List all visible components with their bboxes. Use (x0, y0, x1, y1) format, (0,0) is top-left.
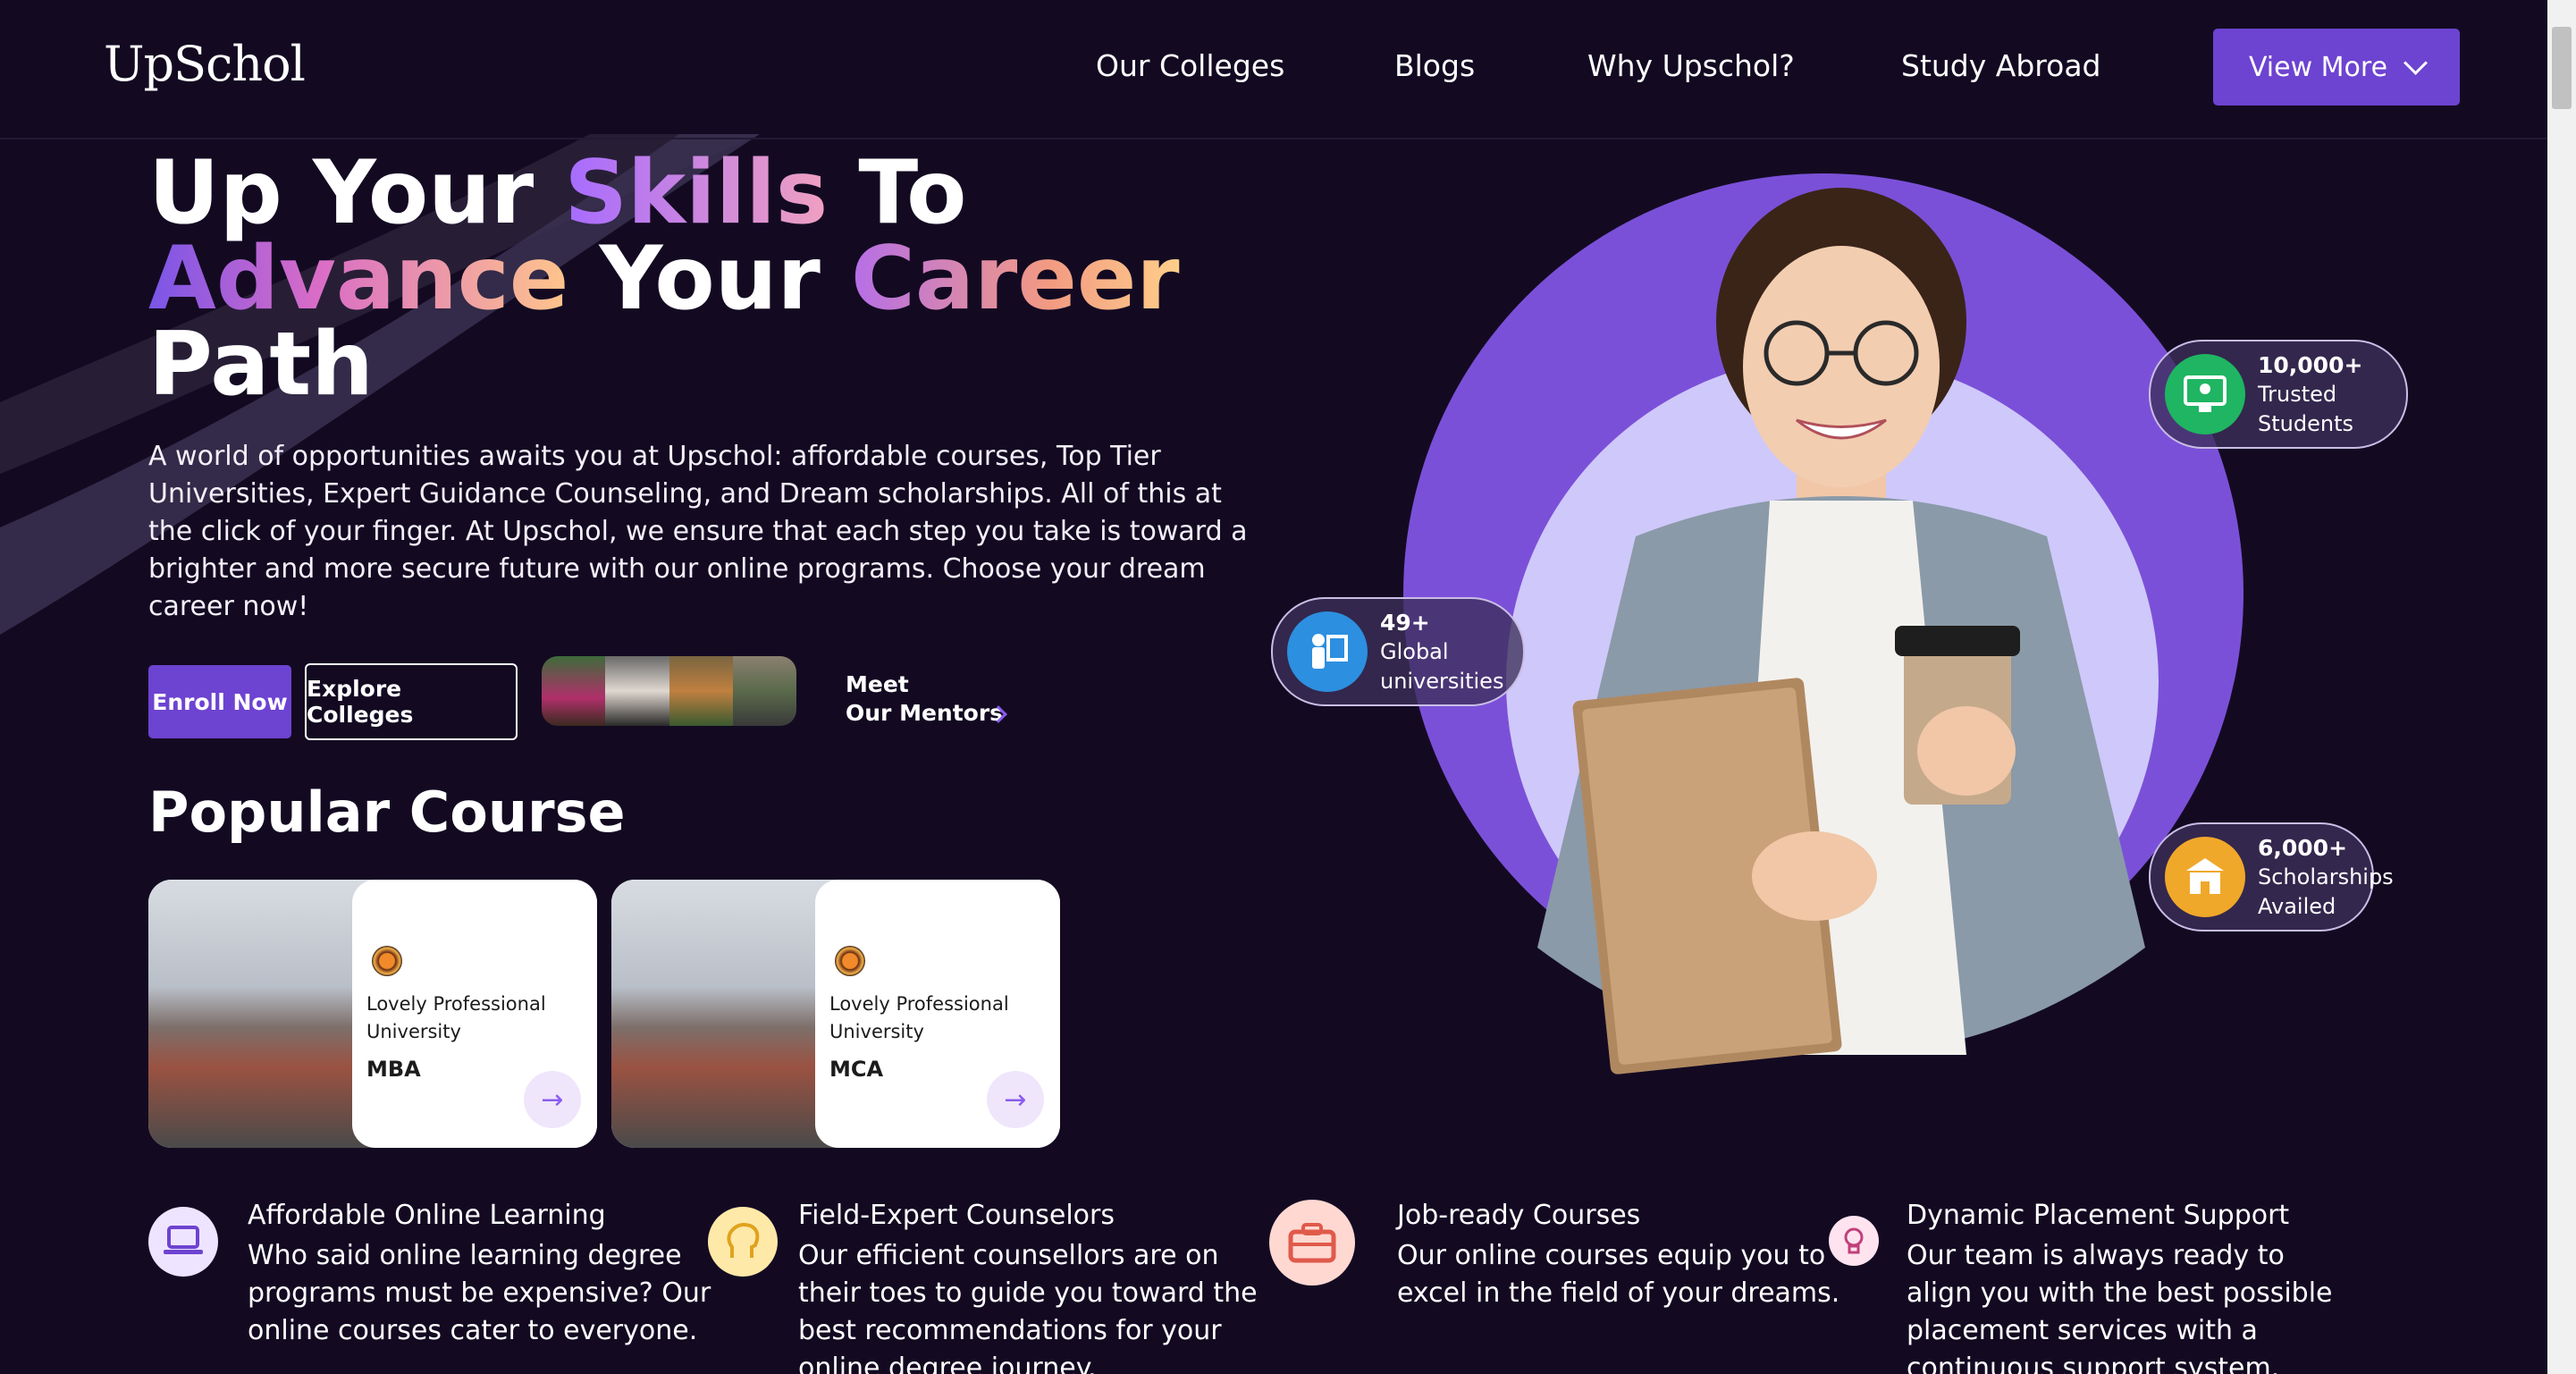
hero-description: A world of opportunities awaits you at U… (148, 441, 1248, 622)
scrollbar-thumb[interactable] (2552, 27, 2572, 109)
arrow-right-icon[interactable]: → (987, 1071, 1044, 1128)
nav-study-abroad[interactable]: Study Abroad (1901, 48, 2101, 83)
upschol-logo[interactable]: UpSchol (104, 36, 306, 92)
laptop-icon (148, 1207, 218, 1277)
page: UpSchol Our Colleges Blogs Why Upschol? … (0, 0, 2547, 1374)
university-logo-icon (372, 946, 402, 976)
stat-value: 10,000+ (2258, 351, 2363, 378)
feature-description: Who said online learning degree programs… (248, 1240, 711, 1346)
bulb-icon (1829, 1216, 1879, 1266)
meet-our-mentors-link[interactable]: Meet Our Mentors (846, 670, 1003, 728)
meet-label: Meet (846, 671, 909, 697)
mentors-label: Our Mentors (846, 700, 1004, 726)
feature-description: Our team is always ready to align you wi… (1907, 1240, 2333, 1374)
university-logo-icon (835, 946, 865, 976)
hero-title-text: Path (148, 314, 374, 416)
university-name: Lovely Professional University (366, 993, 546, 1042)
feature-title: Job-ready Courses (1397, 1200, 1641, 1231)
feature-description: Our efficient counsellors are on their t… (798, 1240, 1258, 1374)
course-card-panel: Lovely Professional University MCA → (815, 880, 1060, 1148)
hero-title: Up Your Skills To Advance Your Career Pa… (148, 149, 1180, 416)
school-building-icon (2165, 837, 2245, 917)
avatar (732, 656, 796, 726)
feature-title: Dynamic Placement Support (1907, 1200, 2290, 1231)
feature-title: Field-Expert Counselors (798, 1200, 1115, 1231)
stat-label: Scholarships (2258, 864, 2394, 889)
hero-title-highlight: Career (850, 228, 1180, 330)
feature-description: Our online courses equip you to excel in… (1397, 1240, 1840, 1309)
stat-label: Students (2258, 410, 2353, 436)
course-card-mca[interactable]: Lovely Professional University MCA → (611, 880, 1060, 1148)
avatar (669, 656, 733, 726)
stat-value: 6,000+ (2258, 834, 2348, 861)
stat-value: 49+ (1380, 609, 1430, 636)
course-card-panel: Lovely Professional University MBA → (352, 880, 597, 1148)
avatar (542, 656, 606, 726)
course-card-mba[interactable]: Lovely Professional University MBA → (148, 880, 597, 1148)
mentor-avatars[interactable] (542, 656, 796, 726)
university-name: Lovely Professional University (829, 993, 1009, 1042)
campus-image (611, 880, 844, 1148)
stat-label: Trusted (2258, 381, 2337, 407)
campus-image (148, 880, 381, 1148)
stat-trusted-students: 10,000+ Trusted Students (2149, 340, 2408, 449)
enroll-now-button[interactable]: Enroll Now (148, 665, 291, 738)
monitor-teacher-icon (2165, 354, 2245, 434)
course-name: MCA (829, 1057, 884, 1082)
view-more-button[interactable]: View More (2213, 29, 2460, 105)
arrow-right-icon[interactable]: → (524, 1071, 581, 1128)
stat-label: Global (1380, 638, 1449, 664)
student-photo (1537, 188, 2145, 1075)
nav-why-upschol[interactable]: Why Upschol? (1587, 48, 1795, 83)
chevron-down-icon (2403, 50, 2428, 75)
explore-colleges-button[interactable]: Explore Colleges (305, 663, 518, 740)
stat-global-universities: 49+ Global universities (1271, 597, 1525, 706)
stat-label: Availed (2258, 893, 2336, 919)
popular-course-heading: Popular Course (148, 780, 626, 845)
head-icon (708, 1207, 778, 1277)
feature-title: Affordable Online Learning (248, 1200, 606, 1231)
nav-our-colleges[interactable]: Our Colleges (1096, 48, 1284, 83)
stat-label: universities (1380, 668, 1504, 694)
view-more-label: View More (2248, 51, 2388, 83)
nav-blogs[interactable]: Blogs (1394, 48, 1475, 83)
briefcase-icon (1269, 1200, 1355, 1285)
hero-title-text: Your (568, 228, 851, 330)
vertical-scrollbar[interactable] (2547, 0, 2576, 1374)
presentation-icon (1287, 611, 1368, 692)
avatar (605, 656, 669, 726)
course-name: MBA (366, 1057, 421, 1082)
stat-scholarships: 6,000+ Scholarships Availed (2149, 822, 2394, 931)
site-header: UpSchol Our Colleges Blogs Why Upschol? … (0, 0, 2547, 139)
